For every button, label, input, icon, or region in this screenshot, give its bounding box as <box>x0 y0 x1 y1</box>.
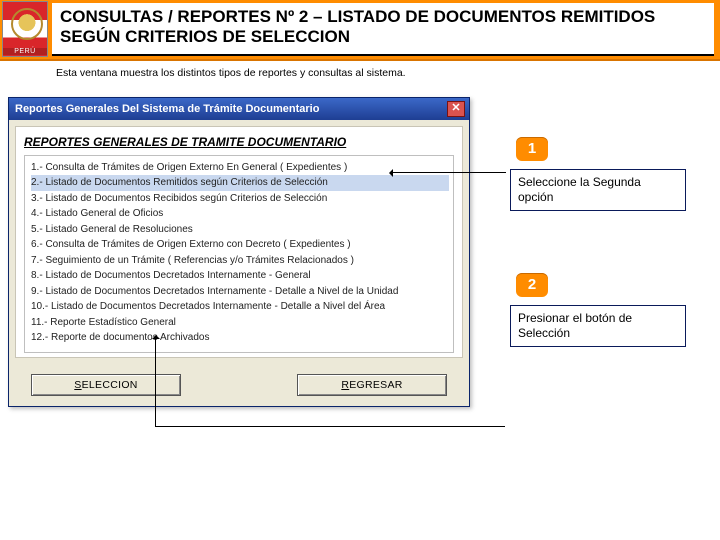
page-subtitle: Esta ventana muestra los distintos tipos… <box>0 61 720 79</box>
report-item[interactable]: 4.- Listado General de Oficios <box>31 206 449 222</box>
page-title: CONSULTAS / REPORTES Nº 2 – LISTADO DE D… <box>60 7 706 48</box>
report-item[interactable]: 8.- Listado de Documentos Decretados Int… <box>31 268 449 284</box>
arrow-to-button-icon <box>155 337 505 427</box>
report-item[interactable]: 5.- Listado General de Resoluciones <box>31 222 449 238</box>
peru-emblem-icon: PERÚ <box>2 1 48 57</box>
dialog-title: Reportes Generales Del Sistema de Trámit… <box>15 103 319 115</box>
slide-header: PERÚ CONSULTAS / REPORTES Nº 2 – LISTADO… <box>0 0 720 61</box>
callout-text: Seleccione la Segunda opción <box>510 169 686 211</box>
report-item[interactable]: 6.- Consulta de Trámites de Origen Exter… <box>31 237 449 253</box>
step-badge: 2 <box>516 273 548 297</box>
callout-1: 1 Seleccione la Segunda opción <box>510 137 686 211</box>
emblem-caption: PERÚ <box>3 48 47 55</box>
report-item[interactable]: 11.- Reporte Estadístico General <box>31 315 449 331</box>
dialog-heading: REPORTES GENERALES DE TRAMITE DOCUMENTAR… <box>24 133 454 155</box>
step-badge: 1 <box>516 137 548 161</box>
title-block: CONSULTAS / REPORTES Nº 2 – LISTADO DE D… <box>52 3 714 56</box>
report-item[interactable]: 10.- Listado de Documentos Decretados In… <box>31 299 449 315</box>
report-item[interactable]: 3.- Listado de Documentos Recibidos segú… <box>31 191 449 207</box>
close-button[interactable]: ✕ <box>447 101 465 117</box>
report-list[interactable]: 1.- Consulta de Trámites de Origen Exter… <box>24 155 454 353</box>
callout-2: 2 Presionar el botón de Selección <box>510 273 686 347</box>
report-item[interactable]: 9.- Listado de Documentos Decretados Int… <box>31 284 449 300</box>
report-item[interactable]: 2.- Listado de Documentos Remitidos segú… <box>31 175 449 191</box>
report-item[interactable]: 7.- Seguimiento de un Trámite ( Referenc… <box>31 253 449 269</box>
select-button-label: ELECCION <box>82 379 138 391</box>
dialog-titlebar: Reportes Generales Del Sistema de Trámit… <box>9 98 469 120</box>
close-icon: ✕ <box>451 103 460 114</box>
callout-text: Presionar el botón de Selección <box>510 305 686 347</box>
arrow-to-option-icon <box>391 172 506 173</box>
